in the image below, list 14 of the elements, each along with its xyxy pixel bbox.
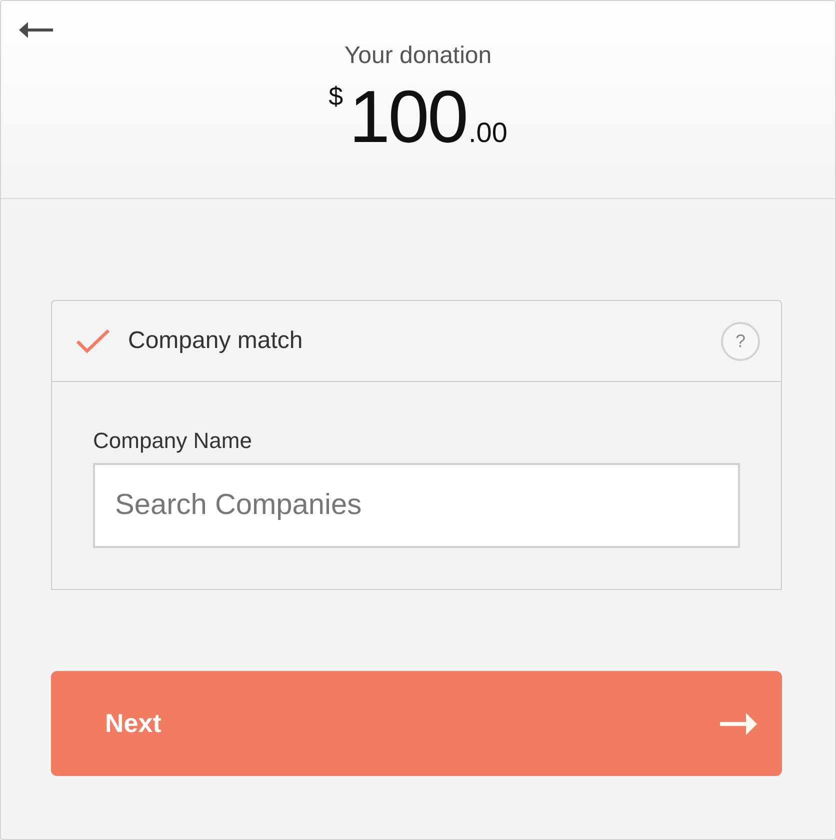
back-button[interactable] bbox=[19, 22, 53, 38]
currency-symbol: $ bbox=[328, 83, 344, 109]
company-search-field[interactable]: Search Companies bbox=[93, 463, 740, 548]
check-icon[interactable] bbox=[76, 329, 110, 353]
right-arrow-icon bbox=[720, 712, 757, 734]
next-button[interactable]: Next bbox=[51, 671, 782, 776]
amount-whole: 100 bbox=[349, 79, 466, 155]
amount-cents: .00 bbox=[468, 119, 508, 147]
company-match-header[interactable]: Company match ? bbox=[51, 300, 782, 382]
back-arrow-icon bbox=[19, 22, 53, 38]
help-button[interactable]: ? bbox=[721, 322, 760, 360]
donation-title: Your donation bbox=[344, 42, 492, 70]
company-match-label: Company match bbox=[128, 327, 304, 355]
company-name-label: Company Name bbox=[93, 428, 253, 454]
